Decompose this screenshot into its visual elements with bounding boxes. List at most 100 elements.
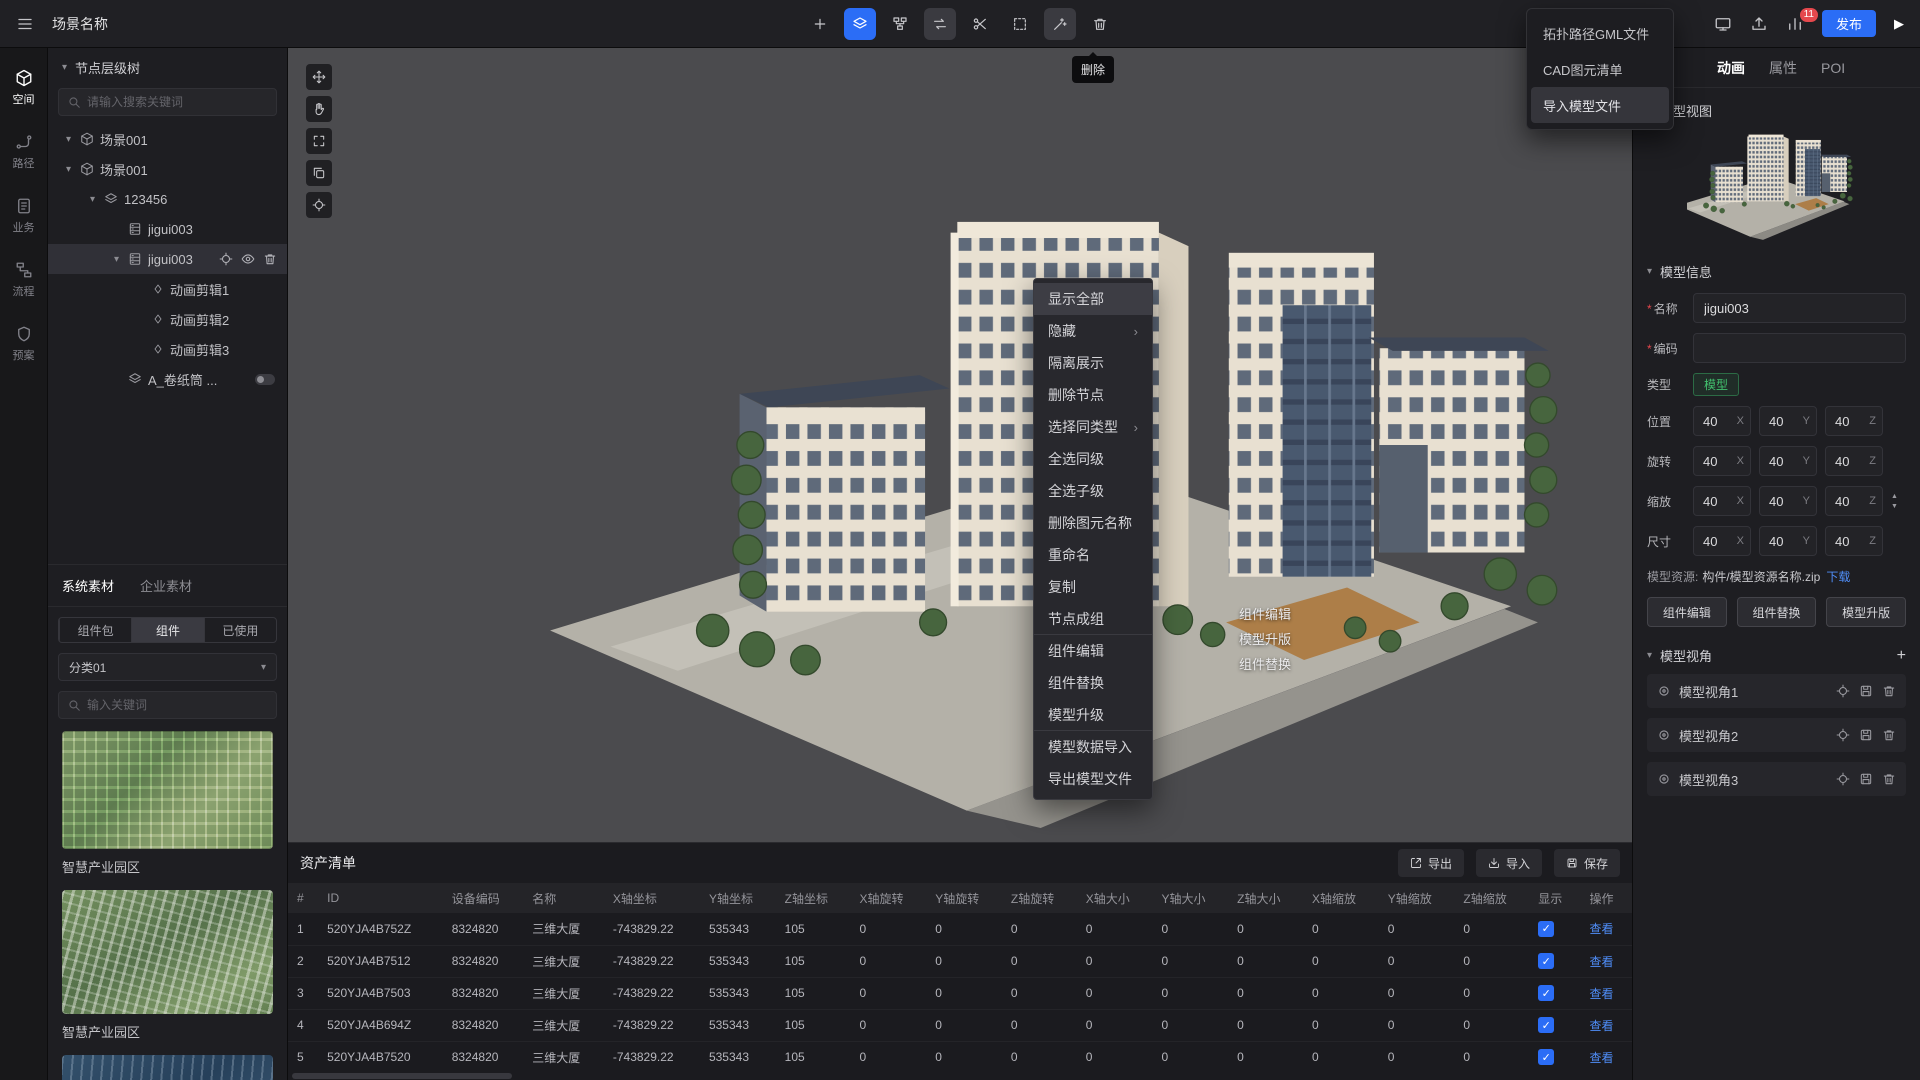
context-menu-item[interactable]: 显示全部 bbox=[1034, 283, 1152, 315]
category-select[interactable]: 分类01 ▾ bbox=[58, 653, 277, 681]
tree-row[interactable]: 动画剪辑1 bbox=[48, 274, 287, 304]
context-menu-item[interactable]: 删除节点 bbox=[1034, 379, 1152, 411]
view-locate-icon[interactable] bbox=[1836, 772, 1850, 786]
z-value-input[interactable]: 40Z bbox=[1825, 486, 1883, 516]
section-model-view[interactable]: ▾ 模型视图 bbox=[1633, 88, 1920, 127]
model-action-button[interactable]: 组件替换 bbox=[1737, 597, 1817, 627]
context-menu-item[interactable]: 组件替换 bbox=[1034, 667, 1152, 699]
share-icon[interactable] bbox=[1750, 15, 1768, 33]
layers-tool-button[interactable] bbox=[844, 8, 876, 40]
keyword-search-input[interactable] bbox=[87, 698, 268, 712]
model-name-input[interactable] bbox=[1693, 293, 1906, 323]
model-code-input[interactable] bbox=[1693, 333, 1906, 363]
table-row[interactable]: 4 520YJA4B694Z 8324820 三维大厦 -743829.22 5… bbox=[288, 1009, 1632, 1041]
row-view-link[interactable]: 查看 bbox=[1590, 955, 1614, 969]
table-row[interactable]: 2 520YJA4B7512 8324820 三维大厦 -743829.22 5… bbox=[288, 945, 1632, 977]
cut-tool-button[interactable] bbox=[964, 8, 996, 40]
context-menu-item[interactable]: 选择同类型 › bbox=[1034, 411, 1152, 443]
row-visible-checkbox[interactable] bbox=[1538, 953, 1554, 969]
expand-arrow-icon[interactable]: ▾ bbox=[90, 194, 104, 205]
move-tool-button[interactable] bbox=[306, 64, 332, 90]
tree-row[interactable]: 动画剪辑3 bbox=[48, 334, 287, 364]
table-row[interactable]: 1 520YJA4B752Z 8324820 三维大厦 -743829.22 5… bbox=[288, 913, 1632, 945]
pan-hand-button[interactable] bbox=[306, 96, 332, 122]
tree-row[interactable]: 动画剪辑2 bbox=[48, 304, 287, 334]
visibility-toggle[interactable] bbox=[255, 374, 275, 385]
context-menu-item[interactable]: 删除图元名称 bbox=[1034, 507, 1152, 539]
fullscreen-button[interactable] bbox=[306, 128, 332, 154]
row-view-link[interactable]: 查看 bbox=[1590, 922, 1614, 936]
context-menu-item[interactable]: 导出模型文件 bbox=[1034, 763, 1152, 795]
rail-item-path[interactable]: 路径 bbox=[0, 120, 48, 184]
model-action-button[interactable]: 模型升版 bbox=[1826, 597, 1906, 627]
row-view-link[interactable]: 查看 bbox=[1590, 1019, 1614, 1033]
x-value-input[interactable]: 40X bbox=[1693, 526, 1751, 556]
nodes-tool-button[interactable] bbox=[884, 8, 916, 40]
right-panel-tab[interactable]: 动画 bbox=[1717, 58, 1745, 78]
trash-icon[interactable] bbox=[263, 252, 277, 266]
z-value-input[interactable]: 40Z bbox=[1825, 446, 1883, 476]
tree-row[interactable]: A_卷纸筒 ... bbox=[48, 364, 287, 394]
tree-row[interactable]: ▾ 场景001 bbox=[48, 154, 287, 184]
view-trash-icon[interactable] bbox=[1882, 772, 1896, 786]
dropdown-menu-item[interactable]: CAD图元清单 bbox=[1531, 51, 1669, 87]
horizontal-scrollbar[interactable] bbox=[288, 1072, 1632, 1080]
scrollbar-handle[interactable] bbox=[292, 1073, 512, 1079]
context-menu-item[interactable]: 节点成组 bbox=[1034, 603, 1152, 635]
delete-button[interactable] bbox=[1084, 8, 1116, 40]
row-visible-checkbox[interactable] bbox=[1538, 1017, 1554, 1033]
table-row[interactable]: 3 520YJA4B7503 8324820 三维大厦 -743829.22 5… bbox=[288, 977, 1632, 1009]
tree-row[interactable]: ▾ 123456 bbox=[48, 184, 287, 214]
row-visible-checkbox[interactable] bbox=[1538, 985, 1554, 1001]
copy-tool-button[interactable] bbox=[306, 160, 332, 186]
export-button[interactable]: 导出 bbox=[1398, 849, 1464, 877]
rail-item-business[interactable]: 业务 bbox=[0, 184, 48, 248]
tree-panel-header[interactable]: ▾ 节点层级树 bbox=[48, 48, 287, 86]
context-menu-item[interactable]: 组件编辑 bbox=[1034, 635, 1152, 667]
material-card[interactable]: 智慧产业园区 bbox=[62, 731, 273, 876]
context-menu-item[interactable]: 复制 bbox=[1034, 571, 1152, 603]
expand-arrow-icon[interactable]: ▾ bbox=[114, 254, 128, 265]
view-locate-icon[interactable] bbox=[1836, 684, 1850, 698]
publish-button[interactable]: 发布 bbox=[1822, 10, 1876, 37]
rail-item-plan[interactable]: 预案 bbox=[0, 312, 48, 376]
hamburger-menu-button[interactable] bbox=[16, 15, 34, 33]
rail-item-space[interactable]: 空间 bbox=[0, 56, 48, 120]
view-save-icon[interactable] bbox=[1859, 772, 1873, 786]
swap-tool-button[interactable] bbox=[924, 8, 956, 40]
segment-option[interactable]: 已使用 bbox=[204, 618, 276, 642]
view-trash-icon[interactable] bbox=[1882, 684, 1896, 698]
add-view-button[interactable]: + bbox=[1897, 648, 1906, 664]
row-view-link[interactable]: 查看 bbox=[1590, 987, 1614, 1001]
z-value-input[interactable]: 40Z bbox=[1825, 526, 1883, 556]
locate-tool-button[interactable] bbox=[306, 192, 332, 218]
dropdown-menu-item[interactable]: 拓扑路径GML文件 bbox=[1531, 15, 1669, 51]
table-row[interactable]: 5 520YJA4B7520 8324820 三维大厦 -743829.22 5… bbox=[288, 1041, 1632, 1072]
model-view-item[interactable]: 模型视角2 bbox=[1647, 718, 1906, 752]
expand-arrow-icon[interactable]: ▾ bbox=[66, 134, 80, 145]
x-value-input[interactable]: 40X bbox=[1693, 486, 1751, 516]
segment-option[interactable]: 组件 bbox=[131, 618, 203, 642]
context-menu-item[interactable]: 全选同级 bbox=[1034, 443, 1152, 475]
material-tab[interactable]: 系统素材 bbox=[62, 576, 114, 595]
value-stepper[interactable]: ▲▼ bbox=[1891, 493, 1898, 510]
view-save-icon[interactable] bbox=[1859, 684, 1873, 698]
import-button[interactable]: 导入 bbox=[1476, 849, 1542, 877]
monitor-icon[interactable] bbox=[1714, 15, 1732, 33]
expand-arrow-icon[interactable]: ▾ bbox=[66, 164, 80, 175]
rail-item-process[interactable]: 流程 bbox=[0, 248, 48, 312]
x-value-input[interactable]: 40X bbox=[1693, 446, 1751, 476]
right-panel-tab[interactable]: 属性 bbox=[1769, 58, 1797, 78]
tree-search-input[interactable] bbox=[87, 95, 268, 109]
row-visible-checkbox[interactable] bbox=[1538, 921, 1554, 937]
segment-option[interactable]: 组件包 bbox=[59, 618, 131, 642]
right-panel-tab[interactable]: POI bbox=[1821, 60, 1845, 76]
tree-row[interactable]: ▾ jigui003 bbox=[48, 244, 287, 274]
view-save-icon[interactable] bbox=[1859, 728, 1873, 742]
model-view-item[interactable]: 模型视角1 bbox=[1647, 674, 1906, 708]
y-value-input[interactable]: 40Y bbox=[1759, 446, 1817, 476]
row-visible-checkbox[interactable] bbox=[1538, 1049, 1554, 1065]
context-menu-item[interactable]: 模型数据导入 bbox=[1034, 731, 1152, 763]
add-node-button[interactable] bbox=[804, 8, 836, 40]
material-card[interactable] bbox=[62, 1055, 273, 1080]
